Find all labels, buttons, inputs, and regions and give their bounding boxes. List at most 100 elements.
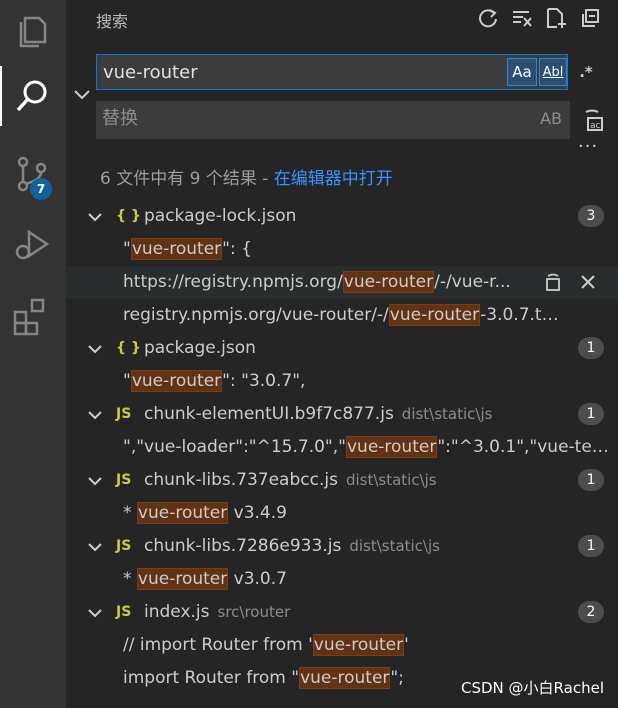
- match-suffix: ":"^3.0.1","vue-temp...: [437, 437, 615, 457]
- refresh-icon: [479, 9, 497, 28]
- match-row[interactable]: registry.npmjs.org/vue-router/-/vue-rout…: [66, 299, 618, 332]
- chevron-down-icon: [88, 543, 102, 552]
- source-control-button[interactable]: 7: [0, 144, 66, 204]
- chevron-down-icon: [88, 477, 102, 486]
- match-row[interactable]: "vue-router": {: [66, 233, 618, 266]
- chevron-down-icon: [74, 90, 90, 100]
- debug-icon: [15, 229, 50, 260]
- watermark: CSDN @小白Rachel: [461, 679, 604, 697]
- file-name: chunk-libs.7286e933.js: [144, 536, 342, 556]
- match-highlight: vue-router: [345, 436, 438, 458]
- source-control-badge: 7: [30, 178, 52, 200]
- match-row[interactable]: // import Router from 'vue-router': [66, 629, 618, 662]
- refresh-button[interactable]: [474, 4, 502, 32]
- match-prefix: // import Router from ': [123, 635, 313, 655]
- match-suffix: v3.0.7: [228, 569, 287, 589]
- file-row-package-lock[interactable]: { } package-lock.json 3: [66, 200, 618, 233]
- more-options-button[interactable]: ···: [578, 136, 598, 157]
- replace-input[interactable]: [102, 101, 482, 135]
- sidebar-title: 搜索: [96, 12, 129, 31]
- match-highlight: vue-router: [342, 271, 435, 293]
- match-highlight: vue-router: [312, 634, 405, 656]
- new-file-icon: [547, 8, 566, 28]
- match-actions: [544, 272, 598, 292]
- match-suffix: ";: [390, 668, 404, 688]
- match-prefix: ": [123, 371, 131, 391]
- match-row[interactable]: * vue-router v3.0.7: [66, 563, 618, 596]
- preserve-case-toggle[interactable]: AB: [540, 109, 562, 128]
- toggle-replace-button[interactable]: [72, 84, 92, 104]
- new-search-editor-button[interactable]: [542, 4, 570, 32]
- match-row[interactable]: "vue-router": "3.0.7",: [66, 365, 618, 398]
- search-sidebar: 搜索 vue-router Aa Abl .* 替换 AB ac ··· 6 文…: [66, 0, 618, 708]
- file-path: dist\static\js: [401, 405, 493, 423]
- dismiss-icon[interactable]: [578, 272, 598, 292]
- extensions-icon: [13, 298, 45, 336]
- open-in-editor-link[interactable]: 在编辑器中打开: [274, 169, 393, 189]
- match-count-badge: 1: [578, 535, 604, 557]
- match-prefix: https://registry.npmjs.org/: [123, 272, 343, 292]
- chevron-down-icon: [88, 345, 102, 354]
- file-row-chunk-libs-7286[interactable]: JS chunk-libs.7286e933.js dist\static\js …: [66, 530, 618, 563]
- chevron-down-icon: [88, 213, 102, 222]
- file-row-chunk-libs-737[interactable]: JS chunk-libs.737eabcc.js dist\static\js …: [66, 464, 618, 497]
- replace-all-icon: ac: [585, 109, 603, 131]
- file-row-index[interactable]: JS index.js src\router 2: [66, 596, 618, 629]
- search-box: Aa Abl: [96, 54, 568, 90]
- match-count-badge: 1: [578, 337, 604, 359]
- match-suffix: ": "3.0.7",: [222, 371, 306, 391]
- js-file-icon: JS: [116, 604, 132, 620]
- match-row[interactable]: * vue-router v3.4.9: [66, 497, 618, 530]
- extensions-button[interactable]: [0, 286, 66, 346]
- title-actions: [474, 4, 604, 32]
- match-prefix: *: [123, 569, 137, 589]
- file-name: package-lock.json: [144, 206, 297, 226]
- results-summary: 6 文件中有 9 个结果 - 在编辑器中打开: [100, 164, 393, 189]
- regex-toggle[interactable]: .*: [574, 58, 598, 86]
- files-icon: [19, 16, 47, 48]
- match-row[interactable]: https://registry.npmjs.org/vue-router/-/…: [66, 266, 618, 299]
- explorer-button[interactable]: [0, 0, 66, 60]
- match-suffix: ': [404, 635, 409, 655]
- js-file-icon: JS: [116, 472, 132, 488]
- match-prefix: import Router from ": [123, 668, 300, 688]
- match-highlight: vue-router: [130, 370, 223, 392]
- match-highlight: vue-router: [299, 667, 391, 689]
- activity-bar: 7: [0, 0, 66, 708]
- chevron-down-icon: [88, 609, 102, 618]
- js-file-icon: JS: [116, 538, 132, 554]
- file-row-chunk-elementui[interactable]: JS chunk-elementUI.b9f7c877.js dist\stati…: [66, 398, 618, 431]
- file-path: dist\static\js: [349, 537, 440, 555]
- match-count-badge: 1: [578, 469, 604, 491]
- file-name: chunk-elementUI.b9f7c877.js: [144, 404, 394, 424]
- match-prefix: registry.npmjs.org/vue-router/-/: [123, 305, 389, 325]
- run-debug-button[interactable]: [0, 214, 66, 274]
- json-file-icon: { }: [116, 340, 141, 356]
- summary-text: 6 文件中有 9 个结果 -: [100, 169, 274, 189]
- js-file-icon: JS: [116, 406, 132, 422]
- match-case-toggle[interactable]: Aa: [507, 58, 537, 86]
- match-suffix: v3.4.9: [228, 503, 287, 523]
- match-row[interactable]: ","vue-loader":"^15.7.0","vue-router":"^…: [66, 431, 618, 464]
- json-file-icon: { }: [116, 208, 141, 224]
- clear-results-button[interactable]: [508, 4, 536, 32]
- match-prefix: *: [123, 503, 137, 523]
- search-input[interactable]: [103, 55, 483, 89]
- match-prefix: ": [123, 239, 131, 259]
- chevron-down-icon: [88, 411, 102, 420]
- match-suffix: ": {: [222, 239, 252, 259]
- file-row-package[interactable]: { } package.json 1: [66, 332, 618, 365]
- match-count-badge: 1: [578, 403, 604, 425]
- replace-icon[interactable]: [544, 272, 564, 292]
- whole-word-toggle[interactable]: Abl: [539, 58, 567, 86]
- replace-all-button[interactable]: ac: [582, 108, 608, 134]
- collapse-all-button[interactable]: [576, 4, 604, 32]
- match-count-badge: 3: [578, 205, 604, 227]
- file-path: dist\static\js: [345, 471, 437, 489]
- search-view-button[interactable]: [0, 66, 66, 126]
- match-highlight: vue-router: [130, 238, 223, 260]
- match-suffix: /-/vue-r...: [434, 272, 511, 292]
- match-count-badge: 2: [578, 601, 604, 623]
- match-highlight: vue-router: [136, 568, 229, 590]
- collapse-all-icon: [582, 9, 599, 27]
